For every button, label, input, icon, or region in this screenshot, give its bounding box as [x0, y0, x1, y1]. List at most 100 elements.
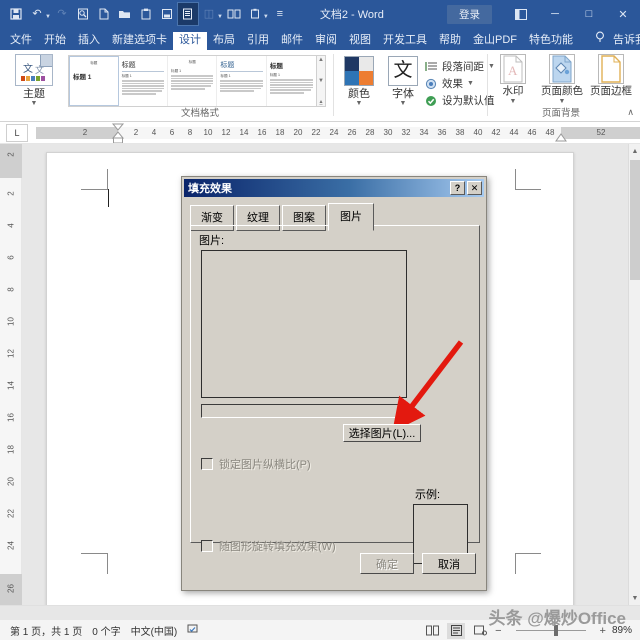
- watermark-dropdown-icon[interactable]: ▼: [490, 98, 536, 105]
- checkbox-box-icon[interactable]: [201, 458, 213, 470]
- gallery-item[interactable]: 标题 标题 1: [168, 56, 218, 106]
- vruler-number: 8: [6, 287, 16, 292]
- style-set-gallery[interactable]: 标题 标题 1 标题 标题 1 标题 标题 1 标题 标题 1 标题 标题 1 …: [68, 55, 326, 107]
- tab-file[interactable]: 文件: [4, 32, 38, 50]
- scroll-up-icon[interactable]: ▲: [629, 144, 640, 158]
- tab-help[interactable]: 帮助: [433, 32, 467, 50]
- undo-icon[interactable]: ↶: [27, 3, 47, 25]
- horizontal-ruler[interactable]: L 2 2 4 6 8 10 12 14 16 18 20 22 24 26 2…: [0, 122, 640, 144]
- page-info[interactable]: 第 1 页，共 1 页: [10, 623, 82, 638]
- tab-design[interactable]: 设计: [173, 32, 207, 50]
- margin-mark: [515, 169, 516, 190]
- scroll-down-icon[interactable]: ▼: [629, 591, 640, 605]
- theme-fonts-button[interactable]: 文 字体 ▼: [382, 56, 424, 107]
- theme-colors-dropdown-icon[interactable]: ▼: [338, 100, 380, 107]
- checkbox-box-icon[interactable]: [201, 540, 213, 552]
- tab-kingsoft-pdf[interactable]: 金山PDF: [467, 32, 523, 50]
- read-mode-view-icon[interactable]: [423, 623, 441, 639]
- new-document-icon[interactable]: [94, 3, 114, 25]
- cancel-button[interactable]: 取消: [422, 553, 476, 574]
- undo-dropdown-icon[interactable]: ▼: [45, 14, 51, 20]
- tab-developer[interactable]: 开发工具: [377, 32, 433, 50]
- gallery-scrollbar[interactable]: ▲ ▼ ▴̲: [316, 56, 326, 106]
- watermark-button[interactable]: A 水印 ▼: [490, 54, 536, 105]
- fill-effects-dialog[interactable]: 填充效果 ? ✕ 渐变 纹理 图案 图片 图片: 选择图片(L)... 锁定图片…: [181, 176, 487, 591]
- language-indicator[interactable]: 中文(中国): [131, 623, 178, 638]
- dialog-title: 填充效果: [188, 183, 232, 195]
- titlebar-right-controls: 登录 ─ □ ✕: [447, 0, 640, 28]
- page-color-dropdown-icon[interactable]: ▼: [539, 98, 585, 105]
- tab-layout[interactable]: 布局: [207, 32, 241, 50]
- themes-dropdown-icon[interactable]: ▼: [8, 100, 60, 107]
- theme-colors-button[interactable]: 颜色 ▼: [338, 56, 380, 107]
- ok-button[interactable]: 确定: [360, 553, 414, 574]
- right-indent-marker[interactable]: [554, 132, 568, 142]
- tab-mailings[interactable]: 邮件: [275, 32, 309, 50]
- minimize-icon[interactable]: ─: [538, 0, 572, 28]
- gallery-item[interactable]: 标题 标题 1: [217, 56, 267, 106]
- tab-references[interactable]: 引用: [241, 32, 275, 50]
- open-folder-icon[interactable]: [115, 3, 135, 25]
- print-preview-icon[interactable]: [73, 3, 93, 25]
- tell-me-icon[interactable]: [589, 28, 607, 50]
- tab-view[interactable]: 视图: [343, 32, 377, 50]
- format-painter-dropdown-icon[interactable]: ▼: [263, 14, 269, 20]
- format-painter-icon[interactable]: [245, 3, 265, 25]
- rotate-with-shape-checkbox[interactable]: 随图形旋转填充效果(W): [201, 538, 336, 554]
- web-layout-view-icon[interactable]: [471, 623, 489, 639]
- picture-path-field[interactable]: [201, 404, 407, 418]
- tab-featured[interactable]: 特色功能: [523, 32, 579, 50]
- collapse-ribbon-icon[interactable]: ∧: [627, 107, 634, 118]
- tab-review[interactable]: 审阅: [309, 32, 343, 50]
- effects-button[interactable]: 效果 ▼: [424, 75, 495, 92]
- dialog-title-bar[interactable]: 填充效果 ? ✕: [184, 179, 484, 197]
- tab-stop-selector[interactable]: L: [6, 123, 28, 142]
- save-as-icon[interactable]: [157, 3, 177, 25]
- dialog-help-icon[interactable]: ?: [450, 181, 465, 195]
- tell-me-box[interactable]: 告诉我: [607, 32, 640, 50]
- themes-button[interactable]: 文文 主题 ▼: [8, 54, 60, 107]
- sign-in-button[interactable]: 登录: [447, 4, 492, 24]
- two-page-icon[interactable]: [224, 3, 244, 25]
- gallery-item[interactable]: 标题 标题 1: [69, 56, 119, 106]
- paste-icon[interactable]: [136, 3, 156, 25]
- scrollbar-thumb[interactable]: [630, 160, 640, 280]
- undo-typing-dropdown-icon[interactable]: ▼: [217, 14, 223, 20]
- read-mode-icon[interactable]: [176, 2, 199, 26]
- ruler-track[interactable]: 2 2 4 6 8 10 12 14 16 18 20 22 24 26 28 …: [36, 123, 640, 143]
- vruler-number: 2: [6, 191, 16, 196]
- document-vertical-scrollbar[interactable]: ▲ ▼: [628, 144, 640, 605]
- select-picture-button[interactable]: 选择图片(L)...: [343, 424, 421, 442]
- gallery-scroll-up-icon[interactable]: ▲: [318, 57, 324, 63]
- print-layout-view-icon[interactable]: [447, 622, 466, 639]
- close-icon[interactable]: ✕: [606, 0, 640, 28]
- paragraph-effects-column: 段落间距 ▼ 效果 ▼ 设为默认值: [424, 58, 495, 109]
- vertical-ruler[interactable]: 2 2 4 6 8 10 12 14 16 18 20 22 24 26: [0, 144, 22, 605]
- dialog-close-icon[interactable]: ✕: [467, 181, 482, 195]
- save-icon[interactable]: [6, 3, 26, 25]
- lock-aspect-ratio-checkbox[interactable]: 锁定图片纵横比(P): [201, 456, 311, 472]
- paragraph-spacing-button[interactable]: 段落间距 ▼: [424, 58, 495, 75]
- tab-insert[interactable]: 插入: [72, 32, 106, 50]
- effects-dropdown-icon[interactable]: ▼: [467, 80, 474, 87]
- gallery-scroll-down-icon[interactable]: ▼: [318, 78, 324, 84]
- page-borders-button[interactable]: 页面边框: [588, 54, 634, 98]
- dialog-tab-picture[interactable]: 图片: [328, 203, 374, 231]
- tab-new-tab[interactable]: 新建选项卡: [106, 32, 173, 50]
- redo-icon[interactable]: ↷: [52, 3, 72, 25]
- ruler-number: 18: [275, 127, 285, 137]
- set-as-default-button[interactable]: 设为默认值: [424, 92, 495, 109]
- maximize-icon[interactable]: □: [572, 0, 606, 28]
- undo-typing-icon[interactable]: ◫: [199, 3, 219, 25]
- proofing-icon[interactable]: [187, 623, 200, 638]
- ribbon-display-options-icon[interactable]: [504, 0, 538, 28]
- gallery-item[interactable]: 标题 标题 1: [266, 56, 317, 106]
- gallery-item[interactable]: 标题 标题 1: [118, 56, 168, 106]
- customize-qat-icon[interactable]: ≡: [270, 3, 290, 25]
- word-count[interactable]: 0 个字: [92, 623, 120, 638]
- first-line-indent-marker[interactable]: [111, 123, 125, 143]
- theme-fonts-dropdown-icon[interactable]: ▼: [382, 100, 424, 107]
- tab-home[interactable]: 开始: [38, 32, 72, 50]
- ruler-number: 2: [82, 127, 88, 137]
- page-color-button[interactable]: 页面颜色 ▼: [539, 54, 585, 105]
